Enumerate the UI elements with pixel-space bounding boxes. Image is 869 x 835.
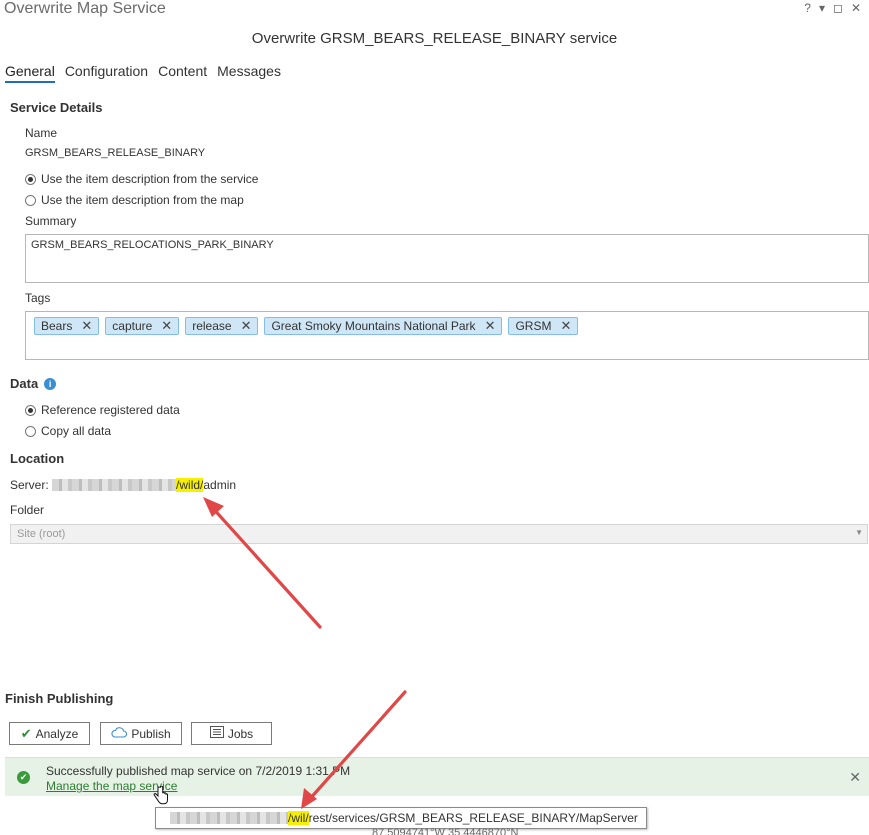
tag-label: Bears: [41, 319, 73, 333]
tag-label: release: [192, 319, 232, 333]
url-path-highlight: /wil/: [288, 811, 309, 825]
success-check-icon: ✔: [17, 771, 30, 784]
radio-unselected-icon: [25, 425, 36, 437]
radio-selected-icon: [25, 173, 36, 185]
analyze-button[interactable]: ✔ Analyze: [9, 722, 90, 745]
url-tooltip: /wil/rest/services/GRSM_BEARS_RELEASE_BI…: [155, 807, 647, 829]
radio-unselected-icon: [25, 194, 36, 206]
folder-select[interactable]: Site (root) ▼: [10, 524, 868, 544]
remove-tag-icon[interactable]: ✕: [241, 318, 252, 334]
maximize-icon[interactable]: ◻: [833, 1, 843, 15]
server-path-suffix: admin: [203, 478, 237, 492]
tab-messages[interactable]: Messages: [217, 63, 281, 83]
name-label: Name: [25, 126, 58, 140]
redacted-server-name: [52, 479, 177, 491]
radio-selected-icon: [25, 404, 36, 416]
jobs-label: Jobs: [227, 726, 254, 741]
tab-bar: General Configuration Content Messages: [5, 63, 281, 83]
arrow-head-icon: [203, 497, 224, 517]
info-icon[interactable]: i: [44, 378, 57, 390]
menu-dropdown-icon[interactable]: ▾: [819, 1, 825, 15]
remove-tag-icon[interactable]: ✕: [485, 318, 496, 334]
tag-label: capture: [112, 319, 153, 333]
radio-reference-registered-data[interactable]: Reference registered data: [25, 403, 180, 417]
publish-label: Publish: [131, 726, 171, 741]
radio-description-from-service[interactable]: Use the item description from the servic…: [25, 172, 258, 186]
service-heading: Overwrite GRSM_BEARS_RELEASE_BINARY serv…: [251, 30, 618, 47]
tags-input[interactable]: Bears ✕ capture ✕ release ✕ Great Smoky Mounta…: [25, 311, 869, 360]
finish-publishing-heading: Finish Publishing: [5, 691, 114, 706]
summary-input[interactable]: GRSM_BEARS_RELOCATIONS_PARK_BINARY: [25, 234, 869, 283]
radio-copy-all-data[interactable]: Copy all data: [25, 424, 111, 438]
tag-label: Great Smoky Mountains National Park: [271, 319, 476, 333]
window-title: Overwrite Map Service: [4, 0, 166, 17]
status-coordinates: 87.5094741°W 35.4446870°N: [372, 827, 519, 835]
tag-great-smoky-mountains: Great Smoky Mountains National Park ✕: [264, 317, 503, 335]
url-path-suffix: rest/services/GRSM_BEARS_RELEASE_BINARY/…: [308, 811, 638, 825]
server-row: Server: /wild/admin: [10, 478, 236, 492]
remove-tag-icon[interactable]: ✕: [161, 318, 172, 334]
tag-grsm: GRSM ✕: [508, 317, 579, 335]
window-controls: ? ▾ ◻ ✕: [804, 1, 861, 15]
title-bar: Overwrite Map Service ? ▾ ◻ ✕: [0, 0, 869, 22]
tab-content[interactable]: Content: [158, 63, 207, 83]
radio-label: Reference registered data: [41, 403, 180, 417]
summary-label: Summary: [25, 214, 77, 228]
list-icon: [209, 726, 224, 741]
remove-tag-icon[interactable]: ✕: [81, 318, 92, 334]
name-value: GRSM_BEARS_RELEASE_BINARY: [25, 147, 206, 159]
tags-label: Tags: [25, 291, 51, 305]
data-heading: Data i: [10, 376, 57, 391]
tab-general[interactable]: General: [5, 63, 55, 83]
location-heading: Location: [10, 451, 65, 466]
radio-label: Copy all data: [41, 424, 112, 438]
remove-tag-icon[interactable]: ✕: [560, 318, 571, 334]
checkmark-icon: ✔: [20, 725, 32, 741]
tag-capture: capture ✕: [105, 317, 180, 335]
radio-label: Use the item description from the map: [41, 193, 244, 207]
success-banner: ✔ Successfully published map service on …: [5, 757, 869, 796]
close-icon[interactable]: ✕: [851, 1, 861, 15]
radio-description-from-map[interactable]: Use the item description from the map: [25, 193, 244, 207]
radio-label: Use the item description from the servic…: [41, 172, 259, 186]
tab-configuration[interactable]: Configuration: [65, 63, 148, 83]
folder-select-value: Site (root): [17, 528, 66, 540]
data-heading-label: Data: [10, 376, 39, 391]
server-label: Server:: [10, 478, 49, 492]
help-icon[interactable]: ?: [804, 1, 811, 15]
success-message: Successfully published map service on 7/…: [46, 764, 351, 778]
tag-bears: Bears ✕: [34, 317, 100, 335]
redacted-url-host: [170, 812, 288, 824]
hand-cursor-icon: [153, 785, 169, 809]
tag-label: GRSM: [515, 319, 552, 333]
chevron-down-icon: ▼: [855, 528, 863, 537]
server-path-highlight: /wild/: [176, 478, 204, 492]
tag-release: release ✕: [185, 317, 259, 335]
publish-button[interactable]: Publish: [100, 722, 182, 745]
service-details-heading: Service Details: [10, 100, 103, 115]
annotation-arrows: [203, 497, 407, 809]
cloud-icon: [111, 726, 128, 741]
jobs-button[interactable]: Jobs: [191, 722, 272, 745]
folder-label: Folder: [10, 503, 45, 517]
analyze-label: Analyze: [35, 726, 79, 741]
close-icon[interactable]: ✕: [849, 769, 861, 786]
